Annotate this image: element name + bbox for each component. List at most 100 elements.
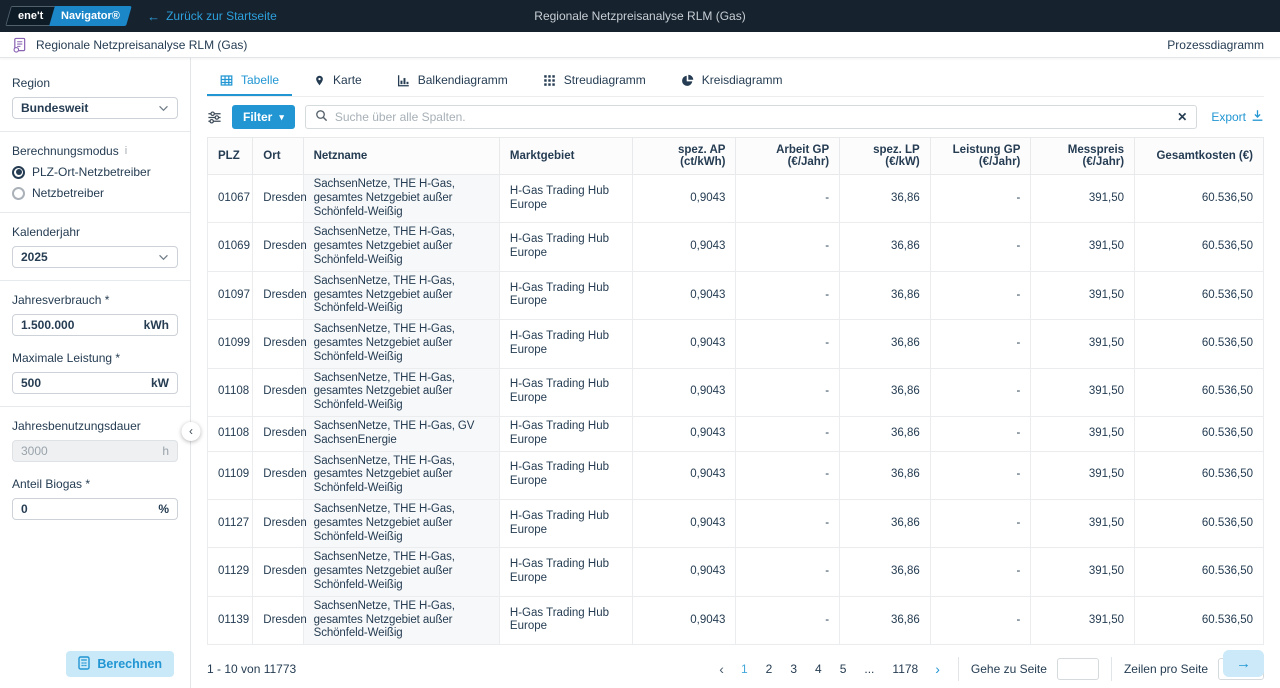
biogas-input[interactable]: [21, 502, 152, 516]
table-cell: H-Gas Trading Hub Europe: [499, 320, 632, 368]
table-cell: 01127: [208, 499, 253, 547]
table-cell: 0,9043: [632, 175, 736, 223]
table-cell: 01109: [208, 451, 253, 499]
page-button[interactable]: 1: [734, 660, 755, 678]
calculate-button[interactable]: Berechnen: [66, 651, 174, 677]
tab-streudiagramm[interactable]: Streudiagramm: [530, 68, 659, 96]
table-row: 01109DresdenSachsenNetze, THE H-Gas, ges…: [208, 451, 1264, 499]
table-cell: -: [930, 320, 1031, 368]
table-cell: H-Gas Trading Hub Europe: [499, 416, 632, 451]
radio-icon: [12, 166, 25, 179]
mode-label-row: Berechnungsmodus i: [12, 144, 178, 158]
column-header[interactable]: Arbeit GP (€/Jahr): [736, 138, 840, 175]
next-page-button[interactable]: ›: [929, 661, 946, 677]
sidebar-collapse-button[interactable]: ‹: [182, 422, 201, 441]
table-cell: Dresden: [253, 416, 303, 451]
max-power-input[interactable]: [21, 376, 145, 390]
filter-label: Filter: [243, 110, 272, 124]
mode-label: Berechnungsmodus: [12, 144, 119, 158]
goto-page-group: Gehe zu Seite: [971, 658, 1099, 680]
table-cell: -: [736, 320, 840, 368]
table-cell: 01129: [208, 548, 253, 596]
tab-tabelle[interactable]: Tabelle: [207, 68, 292, 96]
max-power-field: kW: [12, 372, 178, 394]
column-header[interactable]: spez. AP (ct/kWh): [632, 138, 736, 175]
tab-balkendiagramm[interactable]: Balkendiagramm: [384, 68, 521, 96]
table-cell: -: [930, 416, 1031, 451]
table-cell: 0,9043: [632, 451, 736, 499]
table-cell: -: [736, 499, 840, 547]
radio-icon: [12, 187, 25, 200]
table-cell: Dresden: [253, 499, 303, 547]
column-header[interactable]: Messpreis (€/Jahr): [1031, 138, 1135, 175]
table-cell: 60.536,50: [1135, 596, 1264, 644]
tab-kreisdiagramm[interactable]: Kreisdiagramm: [668, 68, 796, 96]
table-cell: Dresden: [253, 175, 303, 223]
table-cell: Dresden: [253, 368, 303, 416]
tab-label: Tabelle: [241, 73, 279, 87]
process-diagram-link[interactable]: Prozessdiagramm: [1167, 38, 1264, 52]
column-header[interactable]: Ort: [253, 138, 303, 175]
back-to-start-link[interactable]: ← Zurück zur Startseite: [147, 9, 277, 24]
map-pin-icon: [314, 74, 325, 87]
radio-option[interactable]: PLZ-Ort-Netzbetreiber: [12, 165, 178, 179]
table-cell: H-Gas Trading Hub Europe: [499, 271, 632, 319]
table-cell: Dresden: [253, 548, 303, 596]
search-input[interactable]: [335, 110, 1170, 124]
page-button[interactable]: 4: [808, 660, 829, 678]
tab-label: Balkendiagramm: [418, 73, 508, 87]
info-icon[interactable]: i: [125, 145, 127, 157]
goto-page-input[interactable]: [1057, 658, 1099, 680]
page-button[interactable]: 1178: [885, 660, 925, 678]
filter-button[interactable]: Filter ▾: [232, 105, 295, 129]
page-title: Regionale Netzpreisanalyse RLM (Gas): [36, 38, 247, 52]
table-cell: 391,50: [1031, 320, 1135, 368]
region-select[interactable]: Bundesweit: [12, 97, 178, 119]
table-cell: -: [930, 548, 1031, 596]
page-button[interactable]: 5: [833, 660, 854, 678]
table-cell: H-Gas Trading Hub Europe: [499, 451, 632, 499]
results-table: PLZOrtNetznameMarktgebietspez. AP (ct/kW…: [207, 137, 1264, 645]
year-select[interactable]: 2025: [12, 246, 178, 268]
column-header[interactable]: spez. LP (€/kW): [840, 138, 931, 175]
table-cell: 0,9043: [632, 320, 736, 368]
page-button[interactable]: 2: [759, 660, 780, 678]
table-cell: 60.536,50: [1135, 548, 1264, 596]
table-cell: 36,86: [840, 320, 931, 368]
table-cell: 36,86: [840, 223, 931, 271]
clear-search-icon[interactable]: ✕: [1177, 110, 1187, 124]
consumption-input[interactable]: [21, 318, 138, 332]
bar-chart-icon: [397, 74, 410, 87]
column-header[interactable]: PLZ: [208, 138, 253, 175]
tab-label: Kreisdiagramm: [702, 73, 783, 87]
tab-karte[interactable]: Karte: [301, 68, 375, 96]
back-link-label: Zurück zur Startseite: [166, 9, 277, 23]
column-header[interactable]: Leistung GP (€/Jahr): [930, 138, 1031, 175]
export-button[interactable]: Export: [1211, 109, 1264, 125]
toolbar: Filter ▾ ✕ Export: [207, 105, 1264, 129]
radio-option[interactable]: Netzbetreiber: [12, 186, 178, 200]
table-cell: -: [930, 223, 1031, 271]
topbar: ene't Navigator® ← Zurück zur Startseite…: [0, 0, 1280, 32]
column-settings-icon[interactable]: [207, 110, 222, 125]
column-header[interactable]: Marktgebiet: [499, 138, 632, 175]
column-header[interactable]: Gesamtkosten (€): [1135, 138, 1264, 175]
table-cell: 36,86: [840, 271, 931, 319]
search-icon: [315, 109, 328, 125]
table-cell: 391,50: [1031, 175, 1135, 223]
column-header[interactable]: Netzname: [303, 138, 499, 175]
table-cell: H-Gas Trading Hub Europe: [499, 368, 632, 416]
table-body: 01067DresdenSachsenNetze, THE H-Gas, ges…: [208, 175, 1264, 645]
table-row: 01139DresdenSachsenNetze, THE H-Gas, ges…: [208, 596, 1264, 644]
table-row: 01069DresdenSachsenNetze, THE H-Gas, ges…: [208, 223, 1264, 271]
page-list: 12345...1178: [734, 660, 925, 678]
previous-page-button[interactable]: ‹: [713, 661, 730, 677]
table-cell: Dresden: [253, 223, 303, 271]
page-button[interactable]: 3: [783, 660, 804, 678]
table-row: 01129DresdenSachsenNetze, THE H-Gas, ges…: [208, 548, 1264, 596]
enet-navigator-logo[interactable]: ene't Navigator®: [5, 6, 132, 26]
table-cell: Dresden: [253, 451, 303, 499]
table-row: 01097DresdenSachsenNetze, THE H-Gas, ges…: [208, 271, 1264, 319]
next-step-button[interactable]: →: [1223, 650, 1264, 677]
table-row: 01108DresdenSachsenNetze, THE H-Gas, ges…: [208, 368, 1264, 416]
